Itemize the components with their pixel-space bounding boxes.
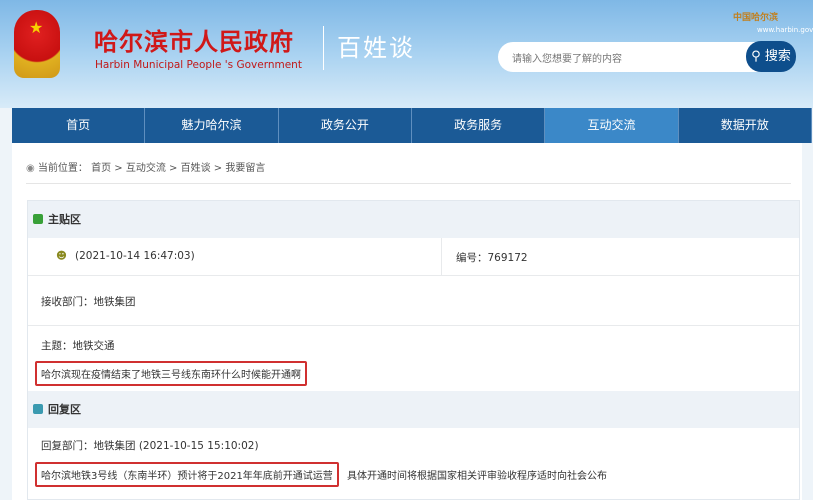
search-button-label: 搜索: [764, 49, 791, 64]
site-title-en: Harbin Municipal People 's Government: [95, 59, 302, 71]
section-title: 百姓谈: [337, 34, 415, 62]
post-dept-row: 接收部门：地铁集团: [28, 276, 799, 326]
reply-content-highlight: 哈尔滨地铁3号线（东南半环）预计将于2021年年底前开通试运营: [35, 462, 339, 487]
site-header: ★ 哈尔滨市人民政府 Harbin Municipal People 's Go…: [0, 0, 813, 108]
nav-open-data[interactable]: 数据开放: [679, 108, 812, 143]
gov-url: www.harbin.gov.cn: [757, 26, 813, 34]
reply-content: 具体开通时间将根据国家相关评审验收程序适时向社会公布: [347, 471, 607, 482]
post-topic: 主题：地铁交通: [41, 340, 115, 352]
breadcrumb-label: 当前位置：: [37, 163, 88, 174]
post-time: (2021-10-14 16:47:03): [75, 250, 195, 262]
section-title: 回复区: [48, 403, 81, 416]
reply-header: 回复区: [28, 391, 799, 428]
location-pin-icon: ◉: [26, 163, 35, 174]
reply-dept: 回复部门：地铁集团 (2021-10-15 15:10:02): [41, 440, 259, 452]
site-title: 哈尔滨市人民政府: [94, 28, 294, 56]
section-title: 主贴区: [48, 213, 81, 226]
search-placeholder: 请输入您想要了解的内容: [512, 54, 622, 65]
section-icon: [33, 214, 43, 224]
divider: [26, 183, 791, 184]
nav-charm-harbin[interactable]: 魅力哈尔滨: [145, 108, 279, 143]
receiving-dept: 接收部门：地铁集团: [41, 296, 136, 308]
reply-dept-row: 回复部门：地铁集团 (2021-10-15 15:10:02): [28, 428, 799, 460]
post-box: 主贴区 ☻ (2021-10-14 16:47:03) 编号：769172 接收…: [27, 200, 800, 500]
post-number: 编号：769172: [456, 252, 528, 264]
divider: [323, 26, 324, 70]
national-emblem-icon: ★: [14, 10, 60, 78]
main-nav: 首页 魅力哈尔滨 政务公开 政务服务 互动交流 数据开放: [12, 108, 812, 143]
post-meta-row: ☻ (2021-10-14 16:47:03) 编号：769172: [28, 238, 799, 276]
nav-gov-services[interactable]: 政务服务: [412, 108, 546, 143]
search-icon: ⚲: [751, 49, 761, 64]
divider: [441, 238, 442, 275]
breadcrumb-path[interactable]: 首页 > 互动交流 > 百姓谈 > 我要留言: [91, 163, 265, 174]
search-button[interactable]: ⚲ 搜索: [746, 41, 796, 72]
nav-interaction[interactable]: 互动交流: [545, 108, 679, 143]
section-icon: [33, 404, 43, 414]
main-post-header: 主贴区: [28, 201, 799, 238]
nav-home[interactable]: 首页: [12, 108, 146, 143]
gov-logo[interactable]: 中国哈尔滨: [733, 10, 778, 23]
content-panel: ◉ 当前位置： 首页 > 互动交流 > 百姓谈 > 我要留言 主贴区 ☻ (20…: [12, 143, 802, 500]
search-input[interactable]: 请输入您想要了解的内容: [498, 42, 783, 72]
post-topic-row: 主题：地铁交通: [28, 326, 799, 361]
smiley-icon: ☻: [56, 250, 67, 262]
breadcrumb: ◉ 当前位置： 首页 > 互动交流 > 百姓谈 > 我要留言: [26, 159, 265, 174]
post-content: 哈尔滨现在疫情结束了地铁三号线东南环什么时候能开通啊: [35, 361, 307, 386]
nav-gov-affairs-open[interactable]: 政务公开: [279, 108, 412, 143]
